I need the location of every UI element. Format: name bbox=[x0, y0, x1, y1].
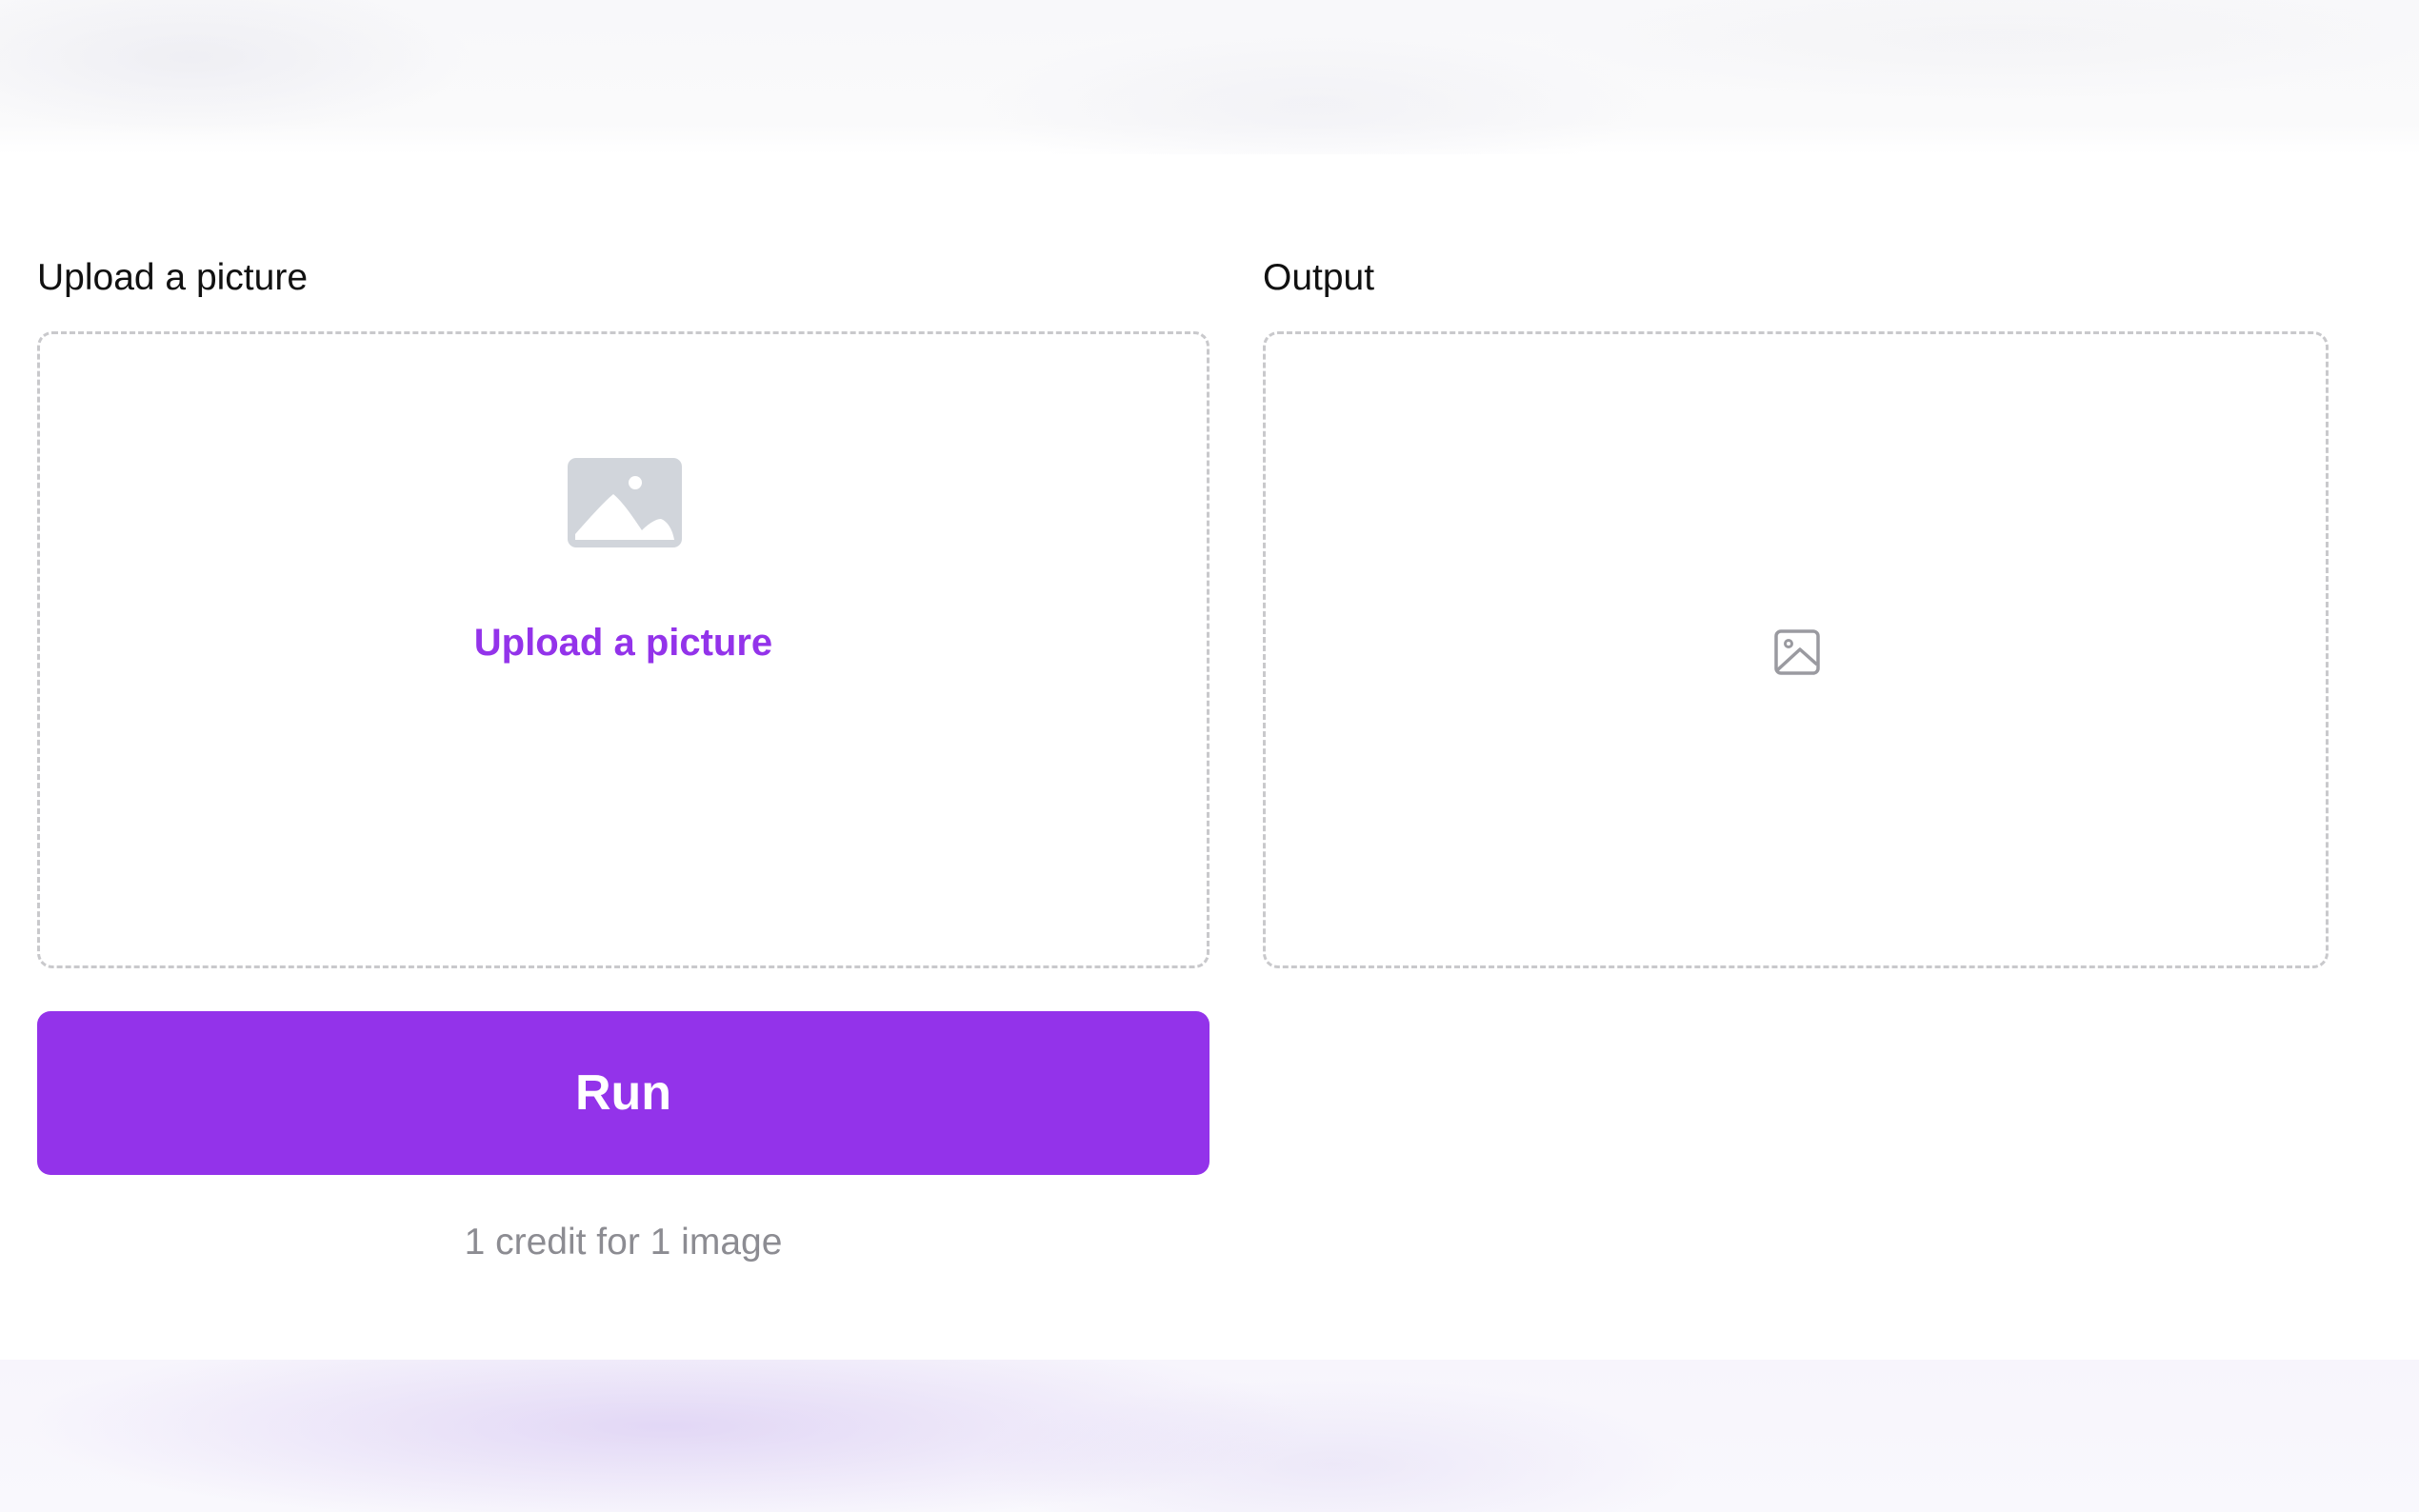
run-button[interactable]: Run bbox=[37, 1011, 1210, 1175]
bottom-background-band bbox=[0, 1360, 2419, 1512]
upload-dropzone[interactable]: Upload a picture bbox=[37, 331, 1210, 968]
output-section-label: Output bbox=[1263, 257, 1375, 298]
output-area bbox=[1263, 331, 2329, 968]
credit-cost-note: 1 credit for 1 image bbox=[464, 1222, 783, 1263]
page: Upload a picture Output Upload a picture… bbox=[0, 0, 2419, 1512]
upload-section-label: Upload a picture bbox=[37, 257, 309, 298]
image-placeholder-icon bbox=[568, 458, 682, 547]
upload-picture-link[interactable]: Upload a picture bbox=[40, 618, 1207, 667]
image-outline-icon bbox=[1774, 629, 1820, 675]
top-background-band bbox=[0, 0, 2419, 154]
